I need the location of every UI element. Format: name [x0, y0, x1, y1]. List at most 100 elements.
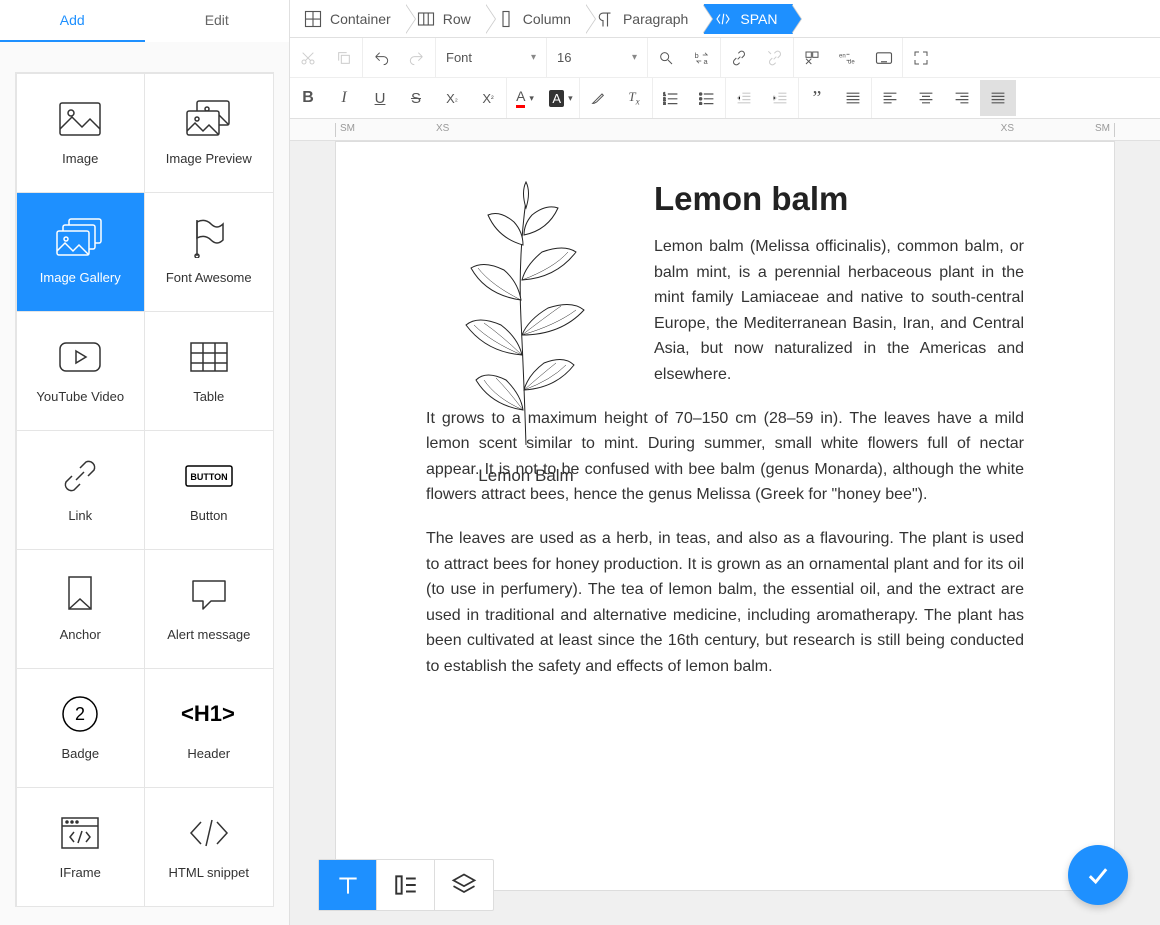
crumb-paragraph[interactable]: Paragraph	[587, 4, 704, 34]
bold-button[interactable]: B	[290, 80, 326, 116]
header-icon: <H1>	[181, 694, 237, 734]
ordered-list-button[interactable]: 123	[653, 80, 689, 116]
copy-button[interactable]	[326, 40, 362, 76]
chevron-down-icon: ▾	[529, 93, 534, 104]
tile-label: HTML snippet	[169, 865, 249, 880]
breadcrumb: Container Row Column Paragraph SPAN	[290, 0, 1160, 38]
editor-canvas[interactable]: Lemon Balm Lemon balm Lemon balm (Meliss…	[290, 141, 1160, 925]
chevron-down-icon: ▾	[531, 52, 536, 63]
tile-label: Badge	[61, 746, 99, 761]
html-snippet-icon	[187, 813, 231, 853]
tile-label: YouTube Video	[36, 389, 124, 404]
article-title[interactable]: Lemon balm	[654, 180, 1024, 218]
align-right-button[interactable]	[944, 80, 980, 116]
align-left-button[interactable]	[872, 80, 908, 116]
crumb-column[interactable]: Column	[487, 4, 587, 34]
svg-text:2: 2	[75, 704, 85, 724]
insert-link-button[interactable]	[721, 40, 757, 76]
translate-button[interactable]: ende	[830, 40, 866, 76]
cut-button[interactable]	[290, 40, 326, 76]
tile-font-awesome[interactable]: Font Awesome	[144, 192, 274, 312]
tile-badge[interactable]: 2 Badge	[16, 668, 146, 788]
responsive-ruler: SM XS XS SM	[290, 119, 1160, 141]
youtube-icon	[58, 337, 102, 377]
tile-label: Table	[193, 389, 224, 404]
tile-label: Anchor	[60, 627, 101, 642]
blockquote-button[interactable]: ”	[799, 80, 835, 116]
tile-image[interactable]: Image	[16, 73, 146, 193]
tile-label: Image Preview	[166, 151, 252, 166]
tile-iframe[interactable]: IFrame	[16, 787, 146, 907]
article-paragraph[interactable]: The leaves are used as a herb, in teas, …	[426, 526, 1024, 680]
tile-alert-message[interactable]: Alert message	[144, 549, 274, 669]
tile-youtube-video[interactable]: YouTube Video	[16, 311, 146, 431]
superscript-button[interactable]: X²	[470, 80, 506, 116]
article-paragraph[interactable]: Lemon balm (Melissa officinalis), common…	[654, 234, 1024, 388]
outdent-button[interactable]	[726, 80, 762, 116]
align-center-button[interactable]	[908, 80, 944, 116]
view-outline-button[interactable]	[377, 860, 435, 910]
article-paragraph[interactable]: It grows to a maximum height of 70–150 c…	[426, 406, 1024, 508]
replace-button[interactable]: ba	[684, 40, 720, 76]
special-char-button[interactable]	[794, 40, 830, 76]
strikethrough-button[interactable]: S	[398, 80, 434, 116]
fullscreen-button[interactable]	[903, 40, 939, 76]
subscript-button[interactable]: X₂	[434, 80, 470, 116]
anchor-icon	[65, 575, 95, 615]
confirm-fab[interactable]	[1068, 845, 1128, 905]
tile-html-snippet[interactable]: HTML snippet	[144, 787, 274, 907]
svg-text:<H1>: <H1>	[181, 701, 235, 726]
tile-image-gallery[interactable]: Image Gallery	[16, 192, 146, 312]
view-layers-button[interactable]	[435, 860, 493, 910]
page-content[interactable]: Lemon Balm Lemon balm Lemon balm (Meliss…	[335, 141, 1115, 891]
tile-link[interactable]: Link	[16, 430, 146, 550]
font-family-select[interactable]: Font▾	[436, 40, 546, 76]
crumb-row[interactable]: Row	[407, 4, 487, 34]
tile-table[interactable]: Table	[144, 311, 274, 431]
tile-label: Header	[187, 746, 230, 761]
svg-text:a: a	[704, 57, 709, 66]
line-height-button[interactable]	[835, 80, 871, 116]
undo-button[interactable]	[363, 40, 399, 76]
tile-label: Font Awesome	[166, 270, 252, 285]
tab-add[interactable]: Add	[0, 0, 145, 42]
crumb-container[interactable]: Container	[294, 4, 407, 34]
find-button[interactable]	[648, 40, 684, 76]
highlight-color-button[interactable]: A▾	[543, 80, 579, 116]
crumb-label: Column	[523, 11, 571, 27]
tile-label: Alert message	[167, 627, 250, 642]
underline-button[interactable]: U	[362, 80, 398, 116]
svg-text:3: 3	[663, 101, 666, 105]
keyboard-button[interactable]	[866, 40, 902, 76]
clear-format-button[interactable]: Tx	[616, 80, 652, 116]
remove-link-button[interactable]	[757, 40, 793, 76]
align-justify-button[interactable]	[980, 80, 1016, 116]
tile-label: Image Gallery	[40, 270, 121, 285]
tile-header[interactable]: <H1> Header	[144, 668, 274, 788]
tile-label: Link	[68, 508, 92, 523]
font-size-select[interactable]: 16 ▾	[547, 40, 647, 76]
tile-label: Button	[190, 508, 228, 523]
crumb-label: Row	[443, 11, 471, 27]
chevron-down-icon: ▾	[632, 52, 637, 63]
view-text-button[interactable]	[319, 860, 377, 910]
tile-anchor[interactable]: Anchor	[16, 549, 146, 669]
indent-button[interactable]	[762, 80, 798, 116]
font-size-value: 16	[557, 50, 571, 65]
image-gallery-icon	[55, 218, 105, 258]
tile-image-preview[interactable]: Image Preview	[144, 73, 274, 193]
text-color-button[interactable]: A▾	[507, 80, 543, 116]
italic-button[interactable]: I	[326, 80, 362, 116]
unordered-list-button[interactable]	[689, 80, 725, 116]
highlighter-button[interactable]	[580, 80, 616, 116]
redo-button[interactable]	[399, 40, 435, 76]
ruler-breakpoint-sm-right: SM	[1095, 123, 1110, 134]
tab-edit[interactable]: Edit	[145, 0, 290, 42]
ruler-breakpoint-xs-left: XS	[436, 123, 449, 134]
crumb-span[interactable]: SPAN	[704, 4, 793, 34]
tile-button[interactable]: BUTTON Button	[144, 430, 274, 550]
image-icon	[58, 99, 102, 139]
crumb-label: Paragraph	[623, 11, 688, 27]
tile-label: Image	[62, 151, 98, 166]
chevron-down-icon: ▾	[568, 93, 573, 104]
